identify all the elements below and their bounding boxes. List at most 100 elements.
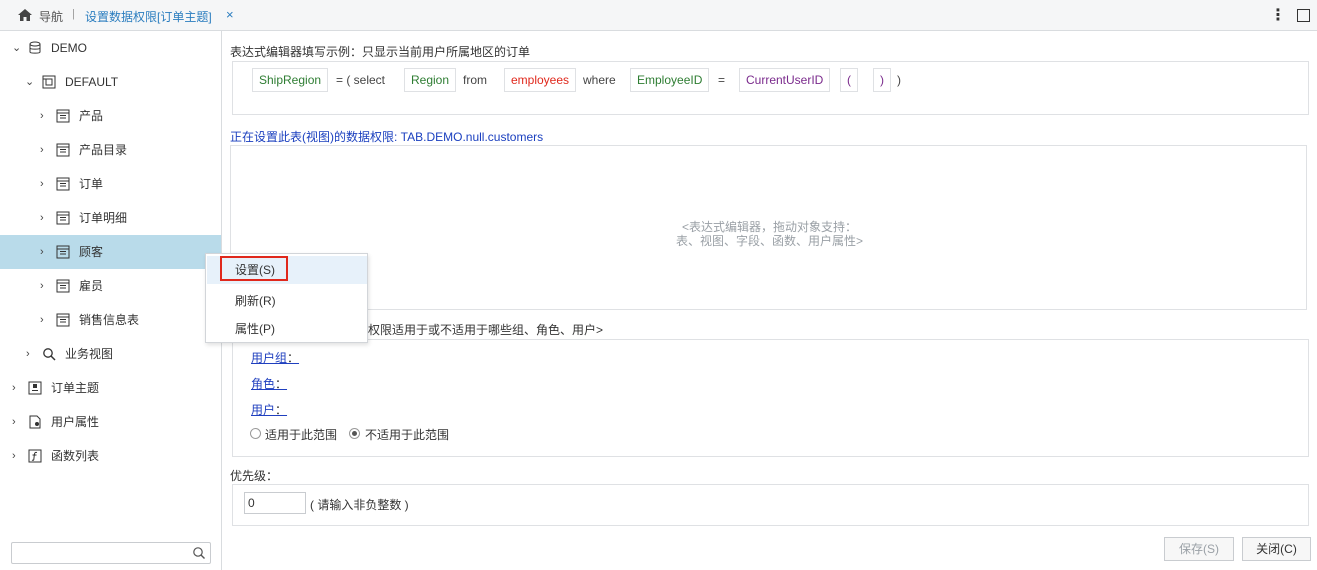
token-field: ShipRegion <box>252 68 329 92</box>
tree-node-table[interactable]: › 产品目录 <box>0 133 221 167</box>
tree-node-table-selected[interactable]: › 顾客 <box>0 235 221 269</box>
tree-node-label: 订单明细 <box>79 211 128 225</box>
tree-node-table[interactable]: › 产品 <box>0 99 221 133</box>
tree-node-table[interactable]: › 销售信息表 <box>0 303 221 337</box>
tree-node-label: 销售信息表 <box>79 313 140 327</box>
expand-arrow-icon[interactable]: › <box>12 439 16 473</box>
expand-arrow-icon[interactable]: › <box>26 337 30 371</box>
tab-close-icon[interactable]: × <box>226 7 234 22</box>
expand-arrow-icon[interactable]: ⌄ <box>25 65 34 99</box>
home-icon[interactable] <box>17 8 33 22</box>
radio-apply-label[interactable]: 适用于此范围 <box>265 426 337 443</box>
expand-arrow-icon[interactable]: › <box>40 99 44 133</box>
expand-arrow-icon[interactable]: › <box>12 371 16 405</box>
role-link[interactable]: 角色： <box>251 375 287 392</box>
expand-arrow-icon[interactable]: › <box>40 269 44 303</box>
radio-apply[interactable] <box>250 428 261 439</box>
token-text: where <box>583 73 616 87</box>
topic-icon <box>28 381 42 395</box>
expand-arrow-icon[interactable]: › <box>40 303 44 337</box>
search-icon <box>43 348 56 361</box>
user-attr-icon <box>29 415 41 429</box>
editor-hint-line: 表、视图、字段、函数、用户属性> <box>675 234 863 248</box>
tree-node-table[interactable]: › 订单 <box>0 167 221 201</box>
editor-label: 正在设置此表(视图)的数据权限: TAB.DEMO.null.customers <box>230 130 544 144</box>
context-menu: 设置(S) 刷新(R) 属性(P) <box>205 253 368 343</box>
function-icon <box>28 449 42 463</box>
database-icon <box>29 41 41 54</box>
search-icon[interactable] <box>192 546 206 560</box>
table-icon <box>56 143 70 157</box>
priority-hint: ( 请输入非负整数 ) <box>310 498 409 512</box>
nav-label[interactable]: 导航 <box>39 8 63 25</box>
expand-arrow-icon[interactable]: › <box>40 133 44 167</box>
scope-label: 权限适用于或不适用于哪些组、角色、用户> <box>368 323 604 337</box>
radio-not-apply[interactable] <box>349 428 360 439</box>
tree-search-input[interactable] <box>11 542 211 564</box>
tree-node-label: 产品目录 <box>79 143 128 157</box>
priority-input[interactable]: 0 <box>244 492 306 514</box>
editor-hint-line: <表达式编辑器，拖动对象支持： <box>681 220 857 234</box>
scope-box: 用户组： 角色： 用户： 适用于此范围 不适用于此范围 <box>232 339 1309 457</box>
token-table: employees <box>504 68 577 92</box>
close-button[interactable]: 关闭(C) <box>1242 537 1311 561</box>
tree-node-label: 雇员 <box>79 279 104 293</box>
tab-active[interactable]: 设置数据权限[订单主题] <box>85 8 212 25</box>
menu-item-refresh[interactable]: 刷新(R) <box>207 287 367 315</box>
tree-node-user-attr[interactable]: › 用户属性 <box>0 405 221 439</box>
user-group-link-label[interactable]: 用户组 <box>251 351 287 365</box>
colon: ： <box>275 377 288 391</box>
tree-node-label: 产品 <box>79 109 104 123</box>
colon: ： <box>275 403 288 417</box>
table-icon <box>56 211 70 225</box>
expand-arrow-icon[interactable]: › <box>40 201 44 235</box>
token-text: from <box>463 73 487 87</box>
token-attribute: CurrentUserID <box>739 68 831 92</box>
token-text: ) <box>897 73 901 87</box>
token-paren: ) <box>873 68 891 92</box>
token-field: EmployeeID <box>630 68 710 92</box>
user-link-label[interactable]: 用户 <box>251 403 275 417</box>
table-icon <box>56 177 70 191</box>
tree-node-label: DEFAULT <box>65 75 119 89</box>
expand-arrow-icon[interactable]: ⌄ <box>12 31 21 65</box>
colon: ： <box>287 351 300 365</box>
tree-node-topic[interactable]: › 订单主题 <box>0 371 221 405</box>
tree-node-label: 订单主题 <box>51 381 100 395</box>
save-button[interactable]: 保存(S) <box>1164 537 1234 561</box>
table-icon <box>56 245 70 259</box>
tree-node-functions[interactable]: › 函数列表 <box>0 439 221 473</box>
menu-item-properties[interactable]: 属性(P) <box>207 315 367 343</box>
tree-node-label: DEMO <box>51 41 87 55</box>
table-icon <box>56 109 70 123</box>
table-icon <box>56 279 70 293</box>
token-text: = ( select <box>336 73 386 87</box>
table-icon <box>56 313 70 327</box>
tree-node-label: 业务视图 <box>65 347 114 361</box>
tree-node-table[interactable]: › 雇员 <box>0 269 221 303</box>
role-link-label[interactable]: 角色 <box>251 377 275 391</box>
example-label: 表达式编辑器填写示例：只显示当前用户所属地区的订单 <box>230 45 531 59</box>
maximize-icon[interactable] <box>1297 9 1310 22</box>
token-field: Region <box>404 68 457 92</box>
highlight-box <box>220 256 288 281</box>
expand-arrow-icon[interactable]: › <box>40 167 44 201</box>
tree-node-table[interactable]: › 订单明细 <box>0 201 221 235</box>
user-group-link[interactable]: 用户组： <box>251 349 299 366</box>
more-menu-icon[interactable]: ⋮ <box>1270 5 1286 25</box>
radio-not-apply-label[interactable]: 不适用于此范围 <box>365 426 449 443</box>
expand-arrow-icon[interactable]: › <box>12 405 16 439</box>
tree-node-default[interactable]: ⌄ DEFAULT <box>0 65 221 99</box>
tree-node-business-view[interactable]: › 业务视图 <box>0 337 221 371</box>
example-box: ShipRegion = ( select Region from employ… <box>232 61 1309 115</box>
token-text: = <box>718 73 726 87</box>
tree-node-label: 顾客 <box>79 245 104 259</box>
expand-arrow-icon[interactable]: › <box>40 235 44 269</box>
sidebar-tree: ⌄ DEMO ⌄ DEFAULT › 产品 › 产品目录 › 订单 › 订单明细… <box>0 31 222 570</box>
tab-separator: | <box>72 8 75 20</box>
tree-node-demo[interactable]: ⌄ DEMO <box>0 31 221 65</box>
token-paren: ( <box>840 68 858 92</box>
user-link[interactable]: 用户： <box>251 401 287 418</box>
tree-node-label: 用户属性 <box>51 415 100 429</box>
expression-editor[interactable]: <表达式编辑器，拖动对象支持： 表、视图、字段、函数、用户属性> <box>230 145 1307 310</box>
